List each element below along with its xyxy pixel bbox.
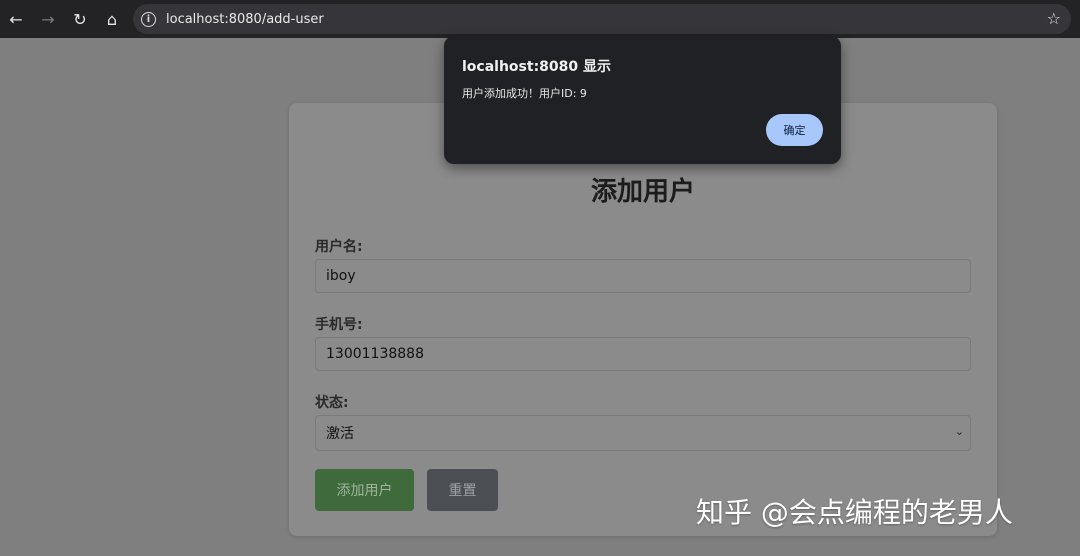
- url-text[interactable]: localhost:8080/add-user: [166, 12, 324, 27]
- phone-input[interactable]: 13001138888: [315, 337, 971, 371]
- page-title: 添加用户: [590, 177, 695, 207]
- alert-dialog: localhost:8080 显示 用户添加成功！用户ID: 9 确定: [444, 36, 841, 164]
- add-user-form: 添加用户 用户名: iboy 手机号: 13001138888 状态: 激活 ⌄…: [289, 103, 997, 536]
- dialog-title: localhost:8080 显示: [462, 59, 612, 75]
- home-icon[interactable]: ⌂: [96, 3, 128, 35]
- chevron-down-icon: ⌄: [954, 425, 964, 438]
- reload-icon[interactable]: ↻: [64, 3, 96, 35]
- status-select[interactable]: 激活 ⌄: [315, 415, 971, 451]
- add-user-button[interactable]: 添加用户: [315, 469, 414, 511]
- watermark: 知乎 @会点编程的老男人: [696, 496, 1013, 529]
- username-input[interactable]: iboy: [315, 259, 971, 293]
- phone-label: 手机号:: [315, 317, 363, 333]
- site-info-icon[interactable]: i: [141, 11, 156, 27]
- dialog-ok-button[interactable]: 确定: [766, 114, 823, 146]
- browser-toolbar: ← → ↻ ⌂ i localhost:8080/add-user ☆: [0, 0, 1080, 38]
- dialog-message: 用户添加成功！用户ID: 9: [462, 87, 587, 100]
- address-bar[interactable]: i localhost:8080/add-user ☆: [133, 4, 1071, 34]
- status-label: 状态:: [315, 395, 349, 411]
- bookmark-star-icon[interactable]: ☆: [1047, 9, 1061, 28]
- forward-icon[interactable]: →: [32, 3, 64, 35]
- back-icon[interactable]: ←: [0, 3, 32, 35]
- username-label: 用户名:: [315, 239, 363, 255]
- status-selected-value: 激活: [326, 426, 354, 442]
- reset-button[interactable]: 重置: [427, 469, 498, 511]
